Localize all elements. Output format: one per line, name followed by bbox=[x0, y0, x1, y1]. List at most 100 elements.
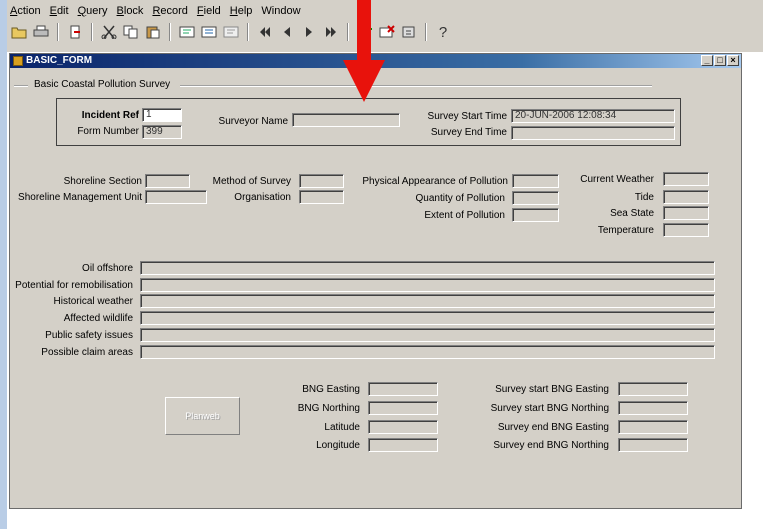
form-number-field[interactable]: 399 bbox=[142, 125, 182, 139]
shoreline-section-label: Shoreline Section bbox=[63, 176, 142, 187]
longitude-field[interactable] bbox=[368, 438, 438, 452]
shoreline-management-unit-field[interactable] bbox=[145, 190, 207, 204]
historical-weather-label: Historical weather bbox=[53, 296, 133, 307]
previous-record-icon[interactable] bbox=[278, 23, 296, 41]
survey-end-bng-easting-label: Survey end BNG Easting bbox=[497, 422, 609, 433]
survey-end-bng-northing-field[interactable] bbox=[618, 438, 688, 452]
affected-wildlife-label: Affected wildlife bbox=[63, 313, 133, 324]
toolbar-separator bbox=[425, 23, 427, 41]
incident-ref-field[interactable]: 1 bbox=[142, 108, 182, 122]
organisation-field[interactable] bbox=[299, 190, 344, 204]
form-number-label: Form Number bbox=[77, 126, 139, 137]
surveyor-name-field[interactable] bbox=[292, 113, 400, 127]
organisation-label: Organisation bbox=[234, 192, 291, 203]
latitude-field[interactable] bbox=[368, 420, 438, 434]
sea-state-label: Sea State bbox=[610, 208, 654, 219]
print-icon[interactable] bbox=[32, 23, 50, 41]
first-record-icon[interactable] bbox=[256, 23, 274, 41]
toolbar-separator bbox=[57, 23, 59, 41]
query-cancel-icon[interactable] bbox=[222, 23, 240, 41]
help-icon[interactable]: ? bbox=[434, 23, 452, 41]
public-safety-label: Public safety issues bbox=[45, 330, 133, 341]
survey-start-bng-easting-field[interactable] bbox=[618, 382, 688, 396]
survey-end-time-field[interactable] bbox=[511, 126, 675, 140]
bng-easting-field[interactable] bbox=[368, 382, 438, 396]
possible-claim-label: Possible claim areas bbox=[41, 347, 133, 358]
group-frame-line bbox=[14, 85, 28, 87]
temperature-label: Temperature bbox=[597, 225, 654, 236]
copy-icon[interactable] bbox=[122, 23, 140, 41]
menubar: Action Edit Query Block Record Field Hel… bbox=[10, 3, 301, 19]
affected-wildlife-field[interactable] bbox=[140, 311, 715, 325]
sea-state-field[interactable] bbox=[663, 206, 709, 220]
menu-window[interactable]: Window bbox=[261, 3, 300, 19]
physical-appearance-label: Physical Appearance of Pollution bbox=[362, 176, 508, 187]
annotation-arrow-head bbox=[343, 60, 385, 102]
query-enter-icon[interactable] bbox=[178, 23, 196, 41]
lock-record-icon[interactable] bbox=[400, 23, 418, 41]
survey-end-bng-northing-label: Survey end BNG Northing bbox=[493, 440, 609, 451]
longitude-label: Longitude bbox=[316, 440, 360, 451]
extent-of-pollution-field[interactable] bbox=[512, 208, 559, 222]
query-execute-icon[interactable] bbox=[200, 23, 218, 41]
survey-start-time-label: Survey Start Time bbox=[427, 111, 507, 122]
bng-northing-field[interactable] bbox=[368, 401, 438, 415]
method-of-survey-field[interactable] bbox=[299, 174, 344, 188]
shoreline-management-unit-label: Shoreline Management Unit bbox=[18, 192, 142, 203]
survey-start-bng-easting-label: Survey start BNG Easting bbox=[495, 384, 609, 395]
extent-of-pollution-label: Extent of Pollution bbox=[424, 210, 505, 221]
survey-end-bng-easting-field[interactable] bbox=[618, 420, 688, 434]
survey-start-bng-northing-field[interactable] bbox=[618, 401, 688, 415]
temperature-field[interactable] bbox=[663, 223, 709, 237]
toolbar-separator bbox=[91, 23, 93, 41]
current-weather-field[interactable] bbox=[663, 172, 709, 186]
menu-help[interactable]: Help bbox=[230, 3, 253, 19]
planweb-button[interactable]: Planweb bbox=[165, 397, 240, 435]
window-title: BASIC_FORM bbox=[26, 55, 93, 66]
survey-start-time-field[interactable]: 20-JUN-2006 12:08:34 bbox=[511, 109, 675, 123]
last-record-icon[interactable] bbox=[322, 23, 340, 41]
tide-field[interactable] bbox=[663, 190, 709, 204]
menu-edit[interactable]: Edit bbox=[50, 3, 69, 19]
toolbar-separator bbox=[247, 23, 249, 41]
potential-remobilisation-label: Potential for remobilisation bbox=[15, 280, 133, 291]
physical-appearance-field[interactable] bbox=[512, 174, 559, 188]
bng-northing-label: BNG Northing bbox=[297, 403, 360, 414]
minimize-button[interactable]: _ bbox=[701, 55, 713, 66]
public-safety-field[interactable] bbox=[140, 328, 715, 342]
close-button[interactable]: × bbox=[727, 55, 739, 66]
paste-icon[interactable] bbox=[144, 23, 162, 41]
incident-ref-label: Incident Ref bbox=[81, 110, 139, 121]
basic-form-window: BASIC_FORM _ □ × Basic Coastal Pollution… bbox=[9, 53, 742, 509]
menu-block[interactable]: Block bbox=[117, 3, 144, 19]
surveyor-name-label: Surveyor Name bbox=[218, 116, 288, 127]
delete-record-icon[interactable] bbox=[378, 23, 396, 41]
survey-start-bng-northing-label: Survey start BNG Northing bbox=[490, 403, 609, 414]
quantity-of-pollution-field[interactable] bbox=[512, 191, 559, 205]
potential-remobilisation-field[interactable] bbox=[140, 278, 715, 292]
menu-action[interactable]: Action bbox=[10, 3, 41, 19]
survey-end-time-label: Survey End Time bbox=[430, 127, 507, 138]
current-weather-label: Current Weather bbox=[580, 174, 654, 185]
toolbar: ? bbox=[10, 21, 452, 43]
quantity-of-pollution-label: Quantity of Pollution bbox=[415, 193, 506, 204]
oil-offshore-label: Oil offshore bbox=[82, 263, 133, 274]
group-frame-line bbox=[180, 85, 652, 87]
exit-icon[interactable] bbox=[66, 23, 84, 41]
latitude-label: Latitude bbox=[324, 422, 360, 433]
oil-offshore-field[interactable] bbox=[140, 261, 715, 275]
historical-weather-field[interactable] bbox=[140, 294, 715, 308]
form-window-icon bbox=[13, 56, 23, 66]
bng-easting-label: BNG Easting bbox=[302, 384, 360, 395]
menu-query[interactable]: Query bbox=[78, 3, 108, 19]
shoreline-section-field[interactable] bbox=[145, 174, 190, 188]
menu-field[interactable]: Field bbox=[197, 3, 221, 19]
open-icon[interactable] bbox=[10, 23, 28, 41]
maximize-button[interactable]: □ bbox=[714, 55, 726, 66]
method-of-survey-label: Method of Survey bbox=[212, 176, 291, 187]
group-title: Basic Coastal Pollution Survey bbox=[34, 79, 171, 90]
possible-claim-field[interactable] bbox=[140, 345, 715, 359]
cut-icon[interactable] bbox=[100, 23, 118, 41]
next-record-icon[interactable] bbox=[300, 23, 318, 41]
menu-record[interactable]: Record bbox=[152, 3, 187, 19]
